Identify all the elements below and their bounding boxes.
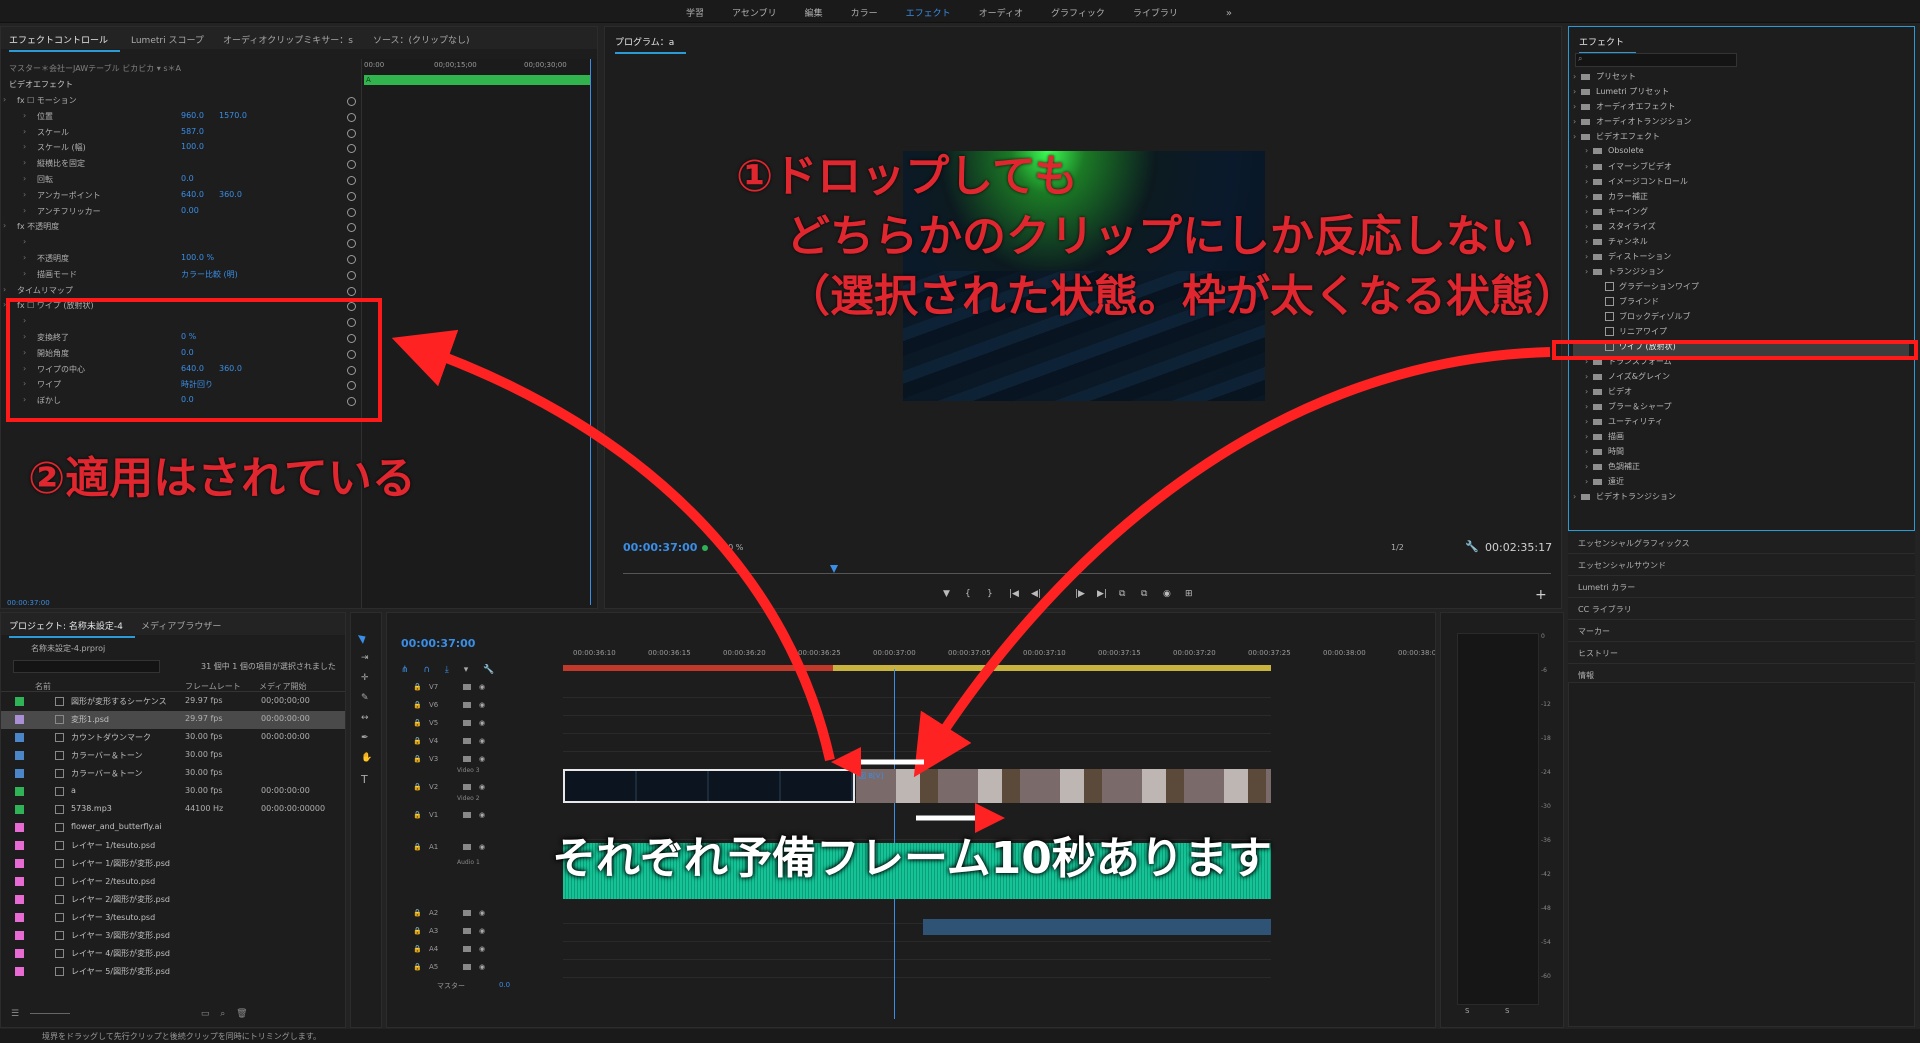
annotation-arrows <box>391 329 1551 833</box>
arrow-from-effects-panel <box>913 347 1551 778</box>
arrow-to-effect-controls <box>391 329 835 762</box>
